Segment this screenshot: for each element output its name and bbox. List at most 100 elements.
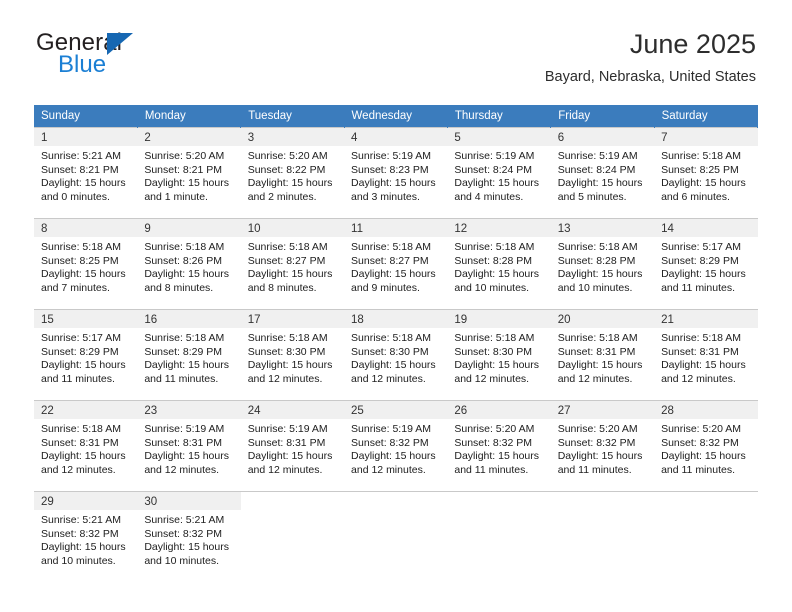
calendar-page: General Blue June 2025 Bayard, Nebraska,… — [0, 0, 792, 612]
calendar-day-cell[interactable]: 14 Sunrise: 5:17 AM Sunset: 8:29 PM Dayligh… — [654, 218, 758, 310]
day-sunrise-text: Sunrise: 5:18 AM — [661, 332, 742, 344]
day-number: 13 — [550, 219, 655, 237]
day-number: 14 — [654, 219, 758, 237]
calendar-week-row: 15 Sunrise: 5:17 AM Sunset: 8:29 PM Dayligh… — [34, 309, 758, 401]
calendar-day-cell[interactable]: 5 Sunrise: 5:19 AM Sunset: 8:24 PM Daylight… — [447, 127, 551, 219]
calendar-day-cell[interactable]: 27 Sunrise: 5:20 AM Sunset: 8:32 PM Dayligh… — [550, 400, 655, 492]
calendar-day-cell[interactable]: 12 Sunrise: 5:18 AM Sunset: 8:28 PM Dayligh… — [447, 218, 551, 310]
calendar-day-cell[interactable]: 15 Sunrise: 5:17 AM Sunset: 8:29 PM Dayligh… — [34, 309, 138, 401]
day-sunrise-text: Sunrise: 5:19 AM — [247, 423, 328, 435]
calendar-week-row: 29 Sunrise: 5:21 AM Sunset: 8:32 PM Dayligh… — [34, 491, 758, 582]
day-sunrise-text: Sunrise: 5:18 AM — [351, 241, 431, 253]
day-sunset-text: Sunset: 8:25 PM — [41, 254, 119, 267]
title-block: June 2025 Bayard, Nebraska, United State… — [545, 28, 756, 87]
day-sunset-text: Sunset: 8:23 PM — [351, 163, 429, 176]
day-sunset-text: Sunset: 8:31 PM — [247, 436, 326, 449]
day-sunrise-text: Sunrise: 5:18 AM — [661, 150, 742, 162]
day-details: Sunrise: 5:21 AM Sunset: 8:32 PM Daylight:… — [137, 510, 240, 568]
calendar-day-cell[interactable]: 4 Sunrise: 5:19 AM Sunset: 8:23 PM Daylight… — [344, 127, 448, 219]
day-sunrise-text: Sunrise: 5:19 AM — [351, 423, 431, 435]
day-daylight-line2-text: and 12 minutes. — [41, 463, 116, 476]
day-daylight-line1-text: Daylight: 15 hours — [661, 450, 746, 463]
day-details: Sunrise: 5:18 AM Sunset: 8:31 PM Daylight:… — [654, 328, 757, 386]
day-details: Sunrise: 5:19 AM Sunset: 8:31 PM Daylight:… — [241, 419, 344, 477]
day-daylight-line1-text: Daylight: 15 hours — [41, 450, 126, 463]
day-sunset-text: Sunset: 8:24 PM — [557, 163, 636, 176]
day-daylight-line2-text: and 11 minutes. — [661, 463, 735, 476]
day-sunrise-text: Sunrise: 5:18 AM — [351, 332, 431, 344]
calendar-day-cell[interactable]: 7 Sunrise: 5:18 AM Sunset: 8:25 PM Daylight… — [654, 127, 758, 219]
calendar-day-cell[interactable]: 24 Sunrise: 5:19 AM Sunset: 8:31 PM Dayligh… — [240, 400, 345, 492]
day-daylight-line1-text: Daylight: 15 hours — [247, 268, 333, 281]
day-details: Sunrise: 5:20 AM Sunset: 8:22 PM Daylight:… — [241, 146, 344, 204]
day-daylight-line1-text: Daylight: 15 hours — [557, 268, 643, 281]
calendar-day-cell[interactable]: 19 Sunrise: 5:18 AM Sunset: 8:30 PM Dayligh… — [447, 309, 551, 401]
weekday-header-saturday: Saturday — [654, 105, 759, 128]
day-number: 15 — [34, 310, 138, 328]
day-daylight-line2-text: and 12 minutes. — [351, 463, 426, 476]
calendar-body: 1 Sunrise: 5:21 AM Sunset: 8:21 PM Daylight… — [34, 127, 758, 582]
day-sunset-text: Sunset: 8:30 PM — [351, 345, 429, 358]
weekday-header-sunday: Sunday — [34, 105, 138, 128]
page-title: June 2025 — [629, 29, 756, 59]
calendar-day-cell[interactable]: 25 Sunrise: 5:19 AM Sunset: 8:32 PM Dayligh… — [344, 400, 448, 492]
calendar-day-cell[interactable]: 23 Sunrise: 5:19 AM Sunset: 8:31 PM Dayligh… — [137, 400, 241, 492]
day-number: 6 — [550, 128, 655, 146]
day-daylight-line1-text: Daylight: 15 hours — [41, 359, 126, 372]
day-number: 10 — [240, 219, 345, 237]
calendar-day-cell[interactable]: 16 Sunrise: 5:18 AM Sunset: 8:29 PM Dayligh… — [137, 309, 241, 401]
day-number: 4 — [344, 128, 448, 146]
day-sunset-text: Sunset: 8:31 PM — [661, 345, 739, 358]
calendar-day-cell[interactable]: 6 Sunrise: 5:19 AM Sunset: 8:24 PM Daylight… — [550, 127, 655, 219]
day-details: Sunrise: 5:20 AM Sunset: 8:21 PM Daylight:… — [137, 146, 240, 204]
calendar-day-cell[interactable]: 8 Sunrise: 5:18 AM Sunset: 8:25 PM Daylight… — [34, 218, 138, 310]
day-number: 5 — [447, 128, 551, 146]
day-daylight-line2-text: and 11 minutes. — [144, 372, 219, 385]
day-sunrise-text: Sunrise: 5:19 AM — [144, 423, 225, 435]
calendar-day-cell[interactable]: 10 Sunrise: 5:18 AM Sunset: 8:27 PM Dayligh… — [240, 218, 345, 310]
calendar-day-cell[interactable]: 17 Sunrise: 5:18 AM Sunset: 8:30 PM Dayligh… — [240, 309, 345, 401]
calendar-day-cell[interactable]: 26 Sunrise: 5:20 AM Sunset: 8:32 PM Dayligh… — [447, 400, 551, 492]
calendar-day-cell[interactable]: 3 Sunrise: 5:20 AM Sunset: 8:22 PM Daylight… — [240, 127, 345, 219]
calendar-day-cell[interactable]: 30 Sunrise: 5:21 AM Sunset: 8:32 PM Dayligh… — [137, 491, 241, 582]
calendar-day-cell[interactable]: 2 Sunrise: 5:20 AM Sunset: 8:21 PM Daylight… — [137, 127, 241, 219]
calendar-week-row: 8 Sunrise: 5:18 AM Sunset: 8:25 PM Daylight… — [34, 218, 758, 310]
calendar-day-cell[interactable]: 28 Sunrise: 5:20 AM Sunset: 8:32 PM Dayligh… — [654, 400, 758, 492]
day-sunset-text: Sunset: 8:27 PM — [247, 254, 326, 267]
day-sunrise-text: Sunrise: 5:18 AM — [41, 423, 121, 435]
calendar-day-cell[interactable]: 21 Sunrise: 5:18 AM Sunset: 8:31 PM Dayligh… — [654, 309, 758, 401]
day-details: Sunrise: 5:19 AM Sunset: 8:23 PM Daylight:… — [344, 146, 447, 204]
day-sunrise-text: Sunrise: 5:18 AM — [144, 332, 225, 344]
calendar-header-row: Sunday Monday Tuesday Wednesday Thursday… — [34, 105, 759, 128]
calendar-day-cell[interactable]: 11 Sunrise: 5:18 AM Sunset: 8:27 PM Dayligh… — [344, 218, 448, 310]
day-details: Sunrise: 5:18 AM Sunset: 8:25 PM Daylight:… — [34, 237, 137, 295]
calendar-day-cell[interactable]: 1 Sunrise: 5:21 AM Sunset: 8:21 PM Daylight… — [34, 127, 138, 219]
day-sunrise-text: Sunrise: 5:18 AM — [557, 241, 638, 253]
day-daylight-line1-text: Daylight: 15 hours — [41, 177, 126, 190]
day-details: Sunrise: 5:19 AM Sunset: 8:32 PM Daylight:… — [344, 419, 447, 477]
brand-logo[interactable]: General Blue — [36, 30, 176, 86]
day-details: Sunrise: 5:17 AM Sunset: 8:29 PM Daylight:… — [654, 237, 757, 295]
day-daylight-line2-text: and 12 minutes. — [351, 372, 426, 385]
day-sunrise-text: Sunrise: 5:20 AM — [247, 150, 328, 162]
calendar-day-cell[interactable]: 9 Sunrise: 5:18 AM Sunset: 8:26 PM Daylight… — [137, 218, 241, 310]
day-sunset-text: Sunset: 8:29 PM — [144, 345, 222, 358]
day-details: Sunrise: 5:21 AM Sunset: 8:21 PM Daylight:… — [34, 146, 137, 204]
day-sunset-text: Sunset: 8:25 PM — [661, 163, 739, 176]
day-sunrise-text: Sunrise: 5:17 AM — [41, 332, 121, 344]
day-daylight-line1-text: Daylight: 15 hours — [454, 177, 540, 190]
day-number: 18 — [344, 310, 448, 328]
calendar-day-cell[interactable]: 18 Sunrise: 5:18 AM Sunset: 8:30 PM Dayligh… — [344, 309, 448, 401]
day-details: Sunrise: 5:18 AM Sunset: 8:28 PM Daylight:… — [551, 237, 654, 295]
day-sunset-text: Sunset: 8:32 PM — [454, 436, 533, 449]
day-sunrise-text: Sunrise: 5:20 AM — [557, 423, 638, 435]
day-daylight-line2-text: and 6 minutes. — [661, 190, 730, 203]
calendar-day-cell[interactable]: 29 Sunrise: 5:21 AM Sunset: 8:32 PM Dayligh… — [34, 491, 138, 582]
calendar-day-cell[interactable]: 20 Sunrise: 5:18 AM Sunset: 8:31 PM Dayligh… — [550, 309, 655, 401]
day-daylight-line1-text: Daylight: 15 hours — [557, 359, 643, 372]
weekday-header-tuesday: Tuesday — [240, 105, 345, 128]
calendar-day-cell[interactable]: 13 Sunrise: 5:18 AM Sunset: 8:28 PM Dayligh… — [550, 218, 655, 310]
calendar-day-cell[interactable]: 22 Sunrise: 5:18 AM Sunset: 8:31 PM Dayligh… — [34, 400, 138, 492]
day-number — [550, 492, 655, 510]
day-details: Sunrise: 5:20 AM Sunset: 8:32 PM Daylight:… — [447, 419, 550, 477]
